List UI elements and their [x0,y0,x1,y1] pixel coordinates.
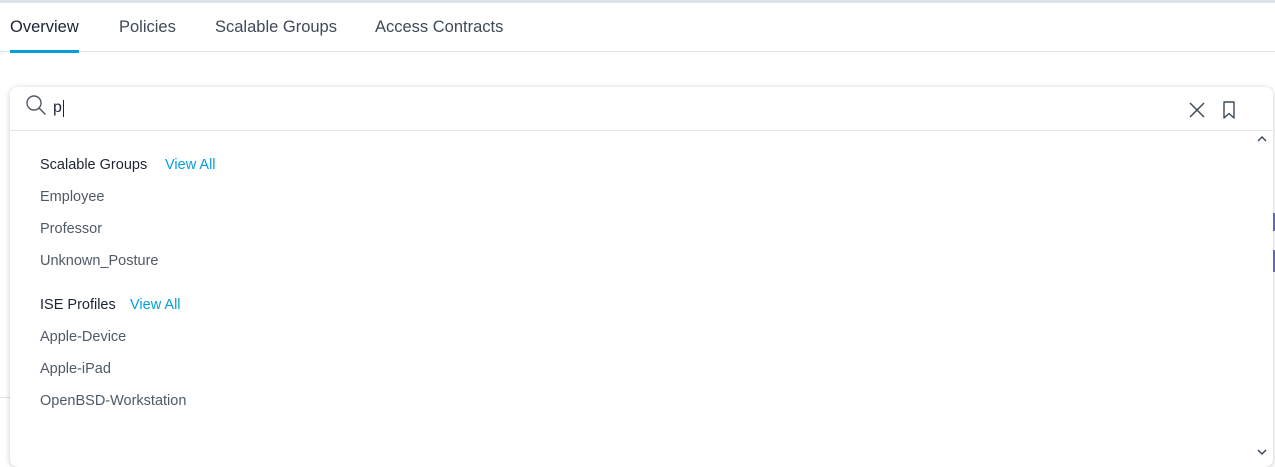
tab-scalable-groups[interactable]: Scalable Groups [215,18,337,37]
view-all-ise-profiles-link[interactable]: View All [130,297,181,313]
search-icon [26,95,46,115]
background-divider [0,397,10,398]
search-dropdown: Scalable Groups View All Employee Profes… [10,87,1273,467]
result-item-employee[interactable]: Employee [40,189,104,205]
tab-bar: Overview Policies Scalable Groups Access… [0,3,1275,53]
tab-overview[interactable]: Overview [10,18,79,37]
scroll-down-icon[interactable] [1256,447,1268,457]
result-item-professor[interactable]: Professor [40,221,102,237]
tab-access-contracts[interactable]: Access Contracts [375,18,503,37]
close-icon[interactable] [1187,100,1207,120]
view-all-scalable-groups-link[interactable]: View All [165,157,216,173]
result-item-apple-ipad[interactable]: Apple-iPad [40,361,111,377]
result-item-unknown-posture[interactable]: Unknown_Posture [40,253,159,269]
text-caret [63,100,64,117]
bookmark-icon[interactable] [1221,100,1237,120]
section-title-ise-profiles: ISE Profiles [40,297,116,313]
search-input[interactable] [53,97,653,119]
result-item-apple-device[interactable]: Apple-Device [40,329,126,345]
section-title-scalable-groups: Scalable Groups [40,157,148,173]
active-tab-indicator [10,50,79,53]
result-item-openbsd-workstation[interactable]: OpenBSD-Workstation [40,393,186,409]
tab-policies[interactable]: Policies [119,18,176,37]
search-bar [10,87,1273,131]
scroll-up-icon[interactable] [1256,134,1268,144]
